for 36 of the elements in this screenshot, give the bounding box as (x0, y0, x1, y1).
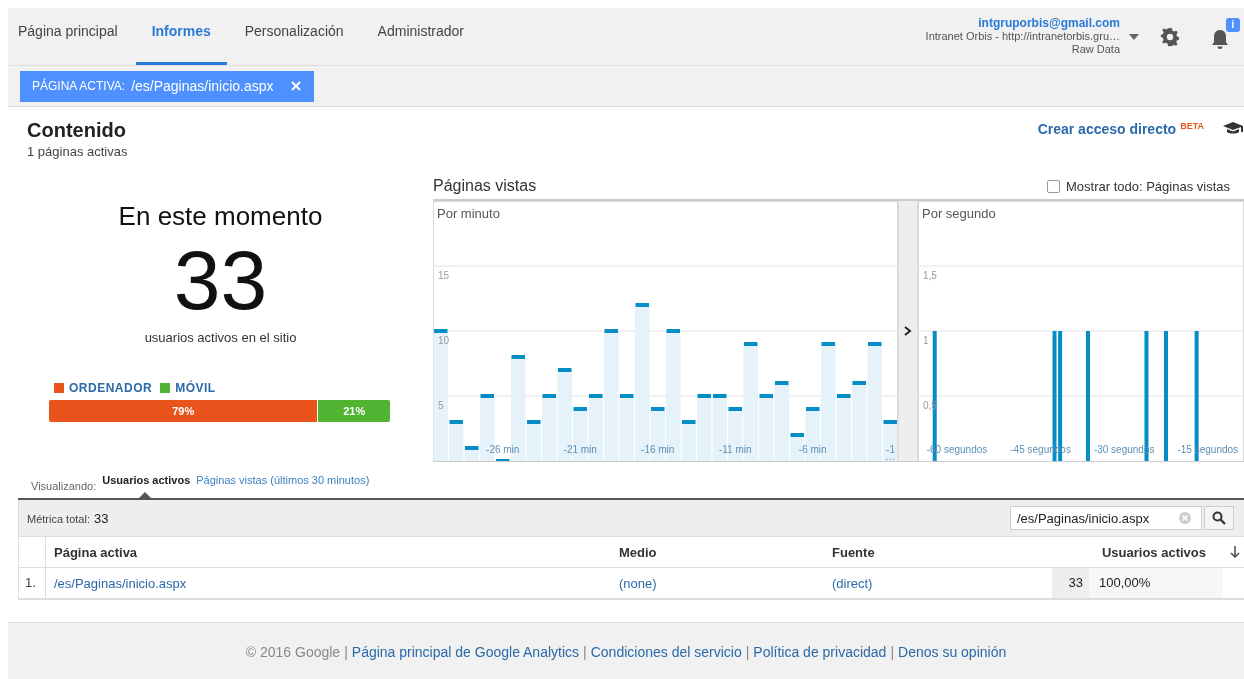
x-axis-label: -6 min (798, 444, 827, 455)
now-heading: En este momento (118, 201, 323, 232)
filter-value: /es/Paginas/inicio.aspx (131, 78, 274, 94)
footer-separator: | (583, 644, 587, 660)
beta-label: BETA (1180, 121, 1204, 131)
x-axis-label: -21 min (563, 444, 597, 455)
row-number: 1. (19, 568, 46, 598)
table-cell: 100,00% (1089, 568, 1223, 598)
notification-badge: i (1226, 17, 1240, 32)
chart-subtitle: Por segundo (922, 206, 996, 221)
x-axis-label: -11 min (718, 444, 752, 455)
y-axis-label: 1 (923, 335, 929, 346)
chart-subtitle: Por minuto (437, 206, 500, 221)
filter-label: PÁGINA ACTIVA: (32, 79, 126, 93)
y-axis-label: 1,5 (923, 270, 937, 281)
viewing-label: Visualizando: (31, 480, 97, 492)
metric-value: 33 (93, 511, 109, 526)
x-axis-label: -26 min (486, 444, 520, 455)
x-axis-label: -16 min (641, 444, 675, 455)
metric-label: Métrica total: (27, 513, 90, 525)
copyright-text: © 2016 Google (245, 644, 341, 660)
chart-title: Páginas vistas (433, 177, 537, 195)
footer-separator: | (745, 644, 750, 660)
x-axis-label: -1 (886, 444, 895, 455)
active-users-caption: usuarios activos en el sitio (144, 330, 297, 345)
y-axis-label: 10 (438, 335, 450, 346)
footer-separator: | (344, 644, 348, 660)
table-cell: 33 (1052, 568, 1089, 598)
y-axis-label: 15 (438, 270, 450, 281)
active-users-count: 33 (173, 232, 268, 328)
device-share-segment: 21% (318, 400, 390, 422)
page-subtitle: 1 páginas activas (27, 144, 128, 159)
device-share-segment: 79% (49, 400, 319, 422)
y-axis-label: 5 (438, 400, 444, 411)
footer-separator: | (890, 644, 895, 660)
page-title: Contenido (27, 119, 127, 142)
